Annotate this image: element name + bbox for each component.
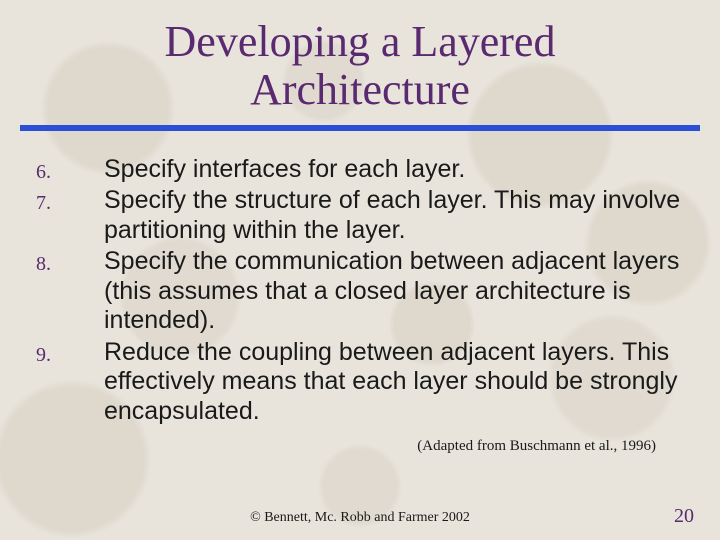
attribution-text: (Adapted from Buschmann et al., 1996) (36, 428, 688, 455)
title-line-1: Developing a Layered (165, 17, 556, 66)
list-text: Specify the structure of each layer. Thi… (104, 186, 688, 247)
list-text: Specify the communication between adjace… (104, 247, 688, 338)
numbered-list: 6. Specify interfaces for each layer. 7.… (36, 155, 688, 429)
slide-title: Developing a Layered Architecture (0, 0, 720, 119)
list-number: 7. (36, 186, 104, 247)
list-number: 8. (36, 247, 104, 338)
list-text: Reduce the coupling between adjacent lay… (104, 338, 688, 429)
title-line-2: Architecture (250, 65, 470, 114)
page-number: 20 (674, 505, 694, 528)
list-item: 8. Specify the communication between adj… (36, 247, 688, 338)
list-item: 9. Reduce the coupling between adjacent … (36, 338, 688, 429)
list-text: Specify interfaces for each layer. (104, 155, 688, 187)
list-number: 9. (36, 338, 104, 429)
slide: Developing a Layered Architecture 6. Spe… (0, 0, 720, 540)
list-item: 7. Specify the structure of each layer. … (36, 186, 688, 247)
list-number: 6. (36, 155, 104, 187)
list-item: 6. Specify interfaces for each layer. (36, 155, 688, 187)
slide-body: 6. Specify interfaces for each layer. 7.… (0, 131, 720, 498)
footer-copyright: © Bennett, Mc. Robb and Farmer 2002 (0, 498, 720, 540)
